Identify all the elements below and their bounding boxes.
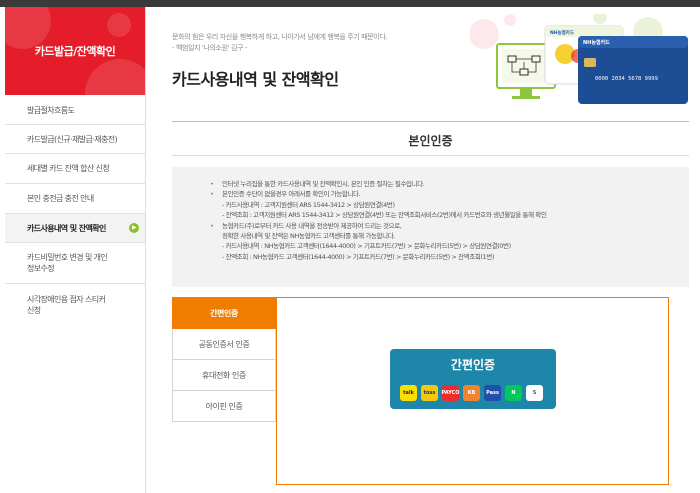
quote-line-1: 문화의 힘은 우리 자신을 행복하게 하고, 나아가서 남에게 행복을 주기 때… (172, 33, 388, 41)
notice-list: 인터넷 누리집을 통한 카드사용내역 및 잔액확인시, 본인 인증 절차는 필수… (210, 179, 547, 262)
sidebar-item-label: 카드사용내역 및 잔액확인 (27, 223, 106, 233)
simple-auth-button[interactable]: 간편인증 talk toss PAYCO KB Pass N S (390, 349, 556, 409)
sidebar-item-label: 카드비밀번호 변경 및 개인 정보수정 (27, 252, 108, 274)
sidebar-item-label-line1: 시각장애인용 점자 스티커 (27, 295, 106, 304)
notice-line: - 카드사용내역 : NH농협카드 고객센터(1644-4000) > 기프트카… (222, 242, 511, 251)
tab-ipin-auth[interactable]: 아이핀 인증 (172, 391, 276, 422)
sidebar-item-label: 카드발급(신규·재발급·재충전) (27, 134, 118, 144)
sidebar-item-label: 본인 충전금 충전 안내 (27, 194, 94, 203)
payco-icon[interactable]: PAYCO (442, 385, 459, 401)
chevron-right-icon: ▶ (129, 223, 139, 233)
svg-text:NH농협카드: NH농협카드 (550, 29, 574, 36)
sidebar-title: 카드발급/잔액확인 (34, 45, 116, 58)
sidebar-menu: 발급절차흐름도 카드발급(신규·재발급·재충전) 세대별 카드 잔액 합산 신청… (5, 96, 145, 326)
notice-line: - 잔액조회 : NH농협카드 고객센터(1644-4000) > 기프트카드(… (222, 252, 495, 261)
notice-line: - 카드사용내역 : 고객지원센터 ARS 1544-3412 > 상담원연결(… (222, 200, 395, 209)
notice-box: 인터넷 누리집을 통한 카드사용내역 및 잔액확인시, 본인 인증 절차는 필수… (172, 167, 689, 287)
sidebar-item-issue[interactable]: 카드발급(신규·재발급·재충전) (5, 125, 145, 154)
top-bar (0, 0, 700, 7)
kakao-icon[interactable]: talk (400, 385, 417, 401)
sidebar-item-label: 발급절차흐름도 (27, 105, 75, 115)
auth-provider-icons: talk toss PAYCO KB Pass N S (400, 385, 543, 401)
sidebar-divider (145, 7, 146, 493)
sidebar-item-label-line1: 카드비밀번호 변경 및 개인 (27, 253, 108, 262)
svg-text:0000 2034 5678 9999: 0000 2034 5678 9999 (595, 76, 658, 82)
toss-icon[interactable]: toss (421, 385, 438, 401)
simple-auth-title: 간편인증 (450, 358, 496, 372)
quote-line-2: - 백범일지 '나의소원' 김구 - (172, 44, 248, 52)
tab-simple-auth[interactable]: 간편인증 (172, 297, 276, 329)
kb-icon[interactable]: KB (463, 385, 480, 401)
sidebar-item-process[interactable]: 발급절차흐름도 (5, 96, 145, 125)
sidebar-item-label-line2: 신청 (27, 306, 41, 315)
sidebar-item-household-balance[interactable]: 세대별 카드 잔액 합산 신청 (5, 154, 145, 184)
pass-icon[interactable]: Pass (484, 385, 501, 401)
section-divider (172, 155, 689, 156)
sidebar-item-braille-sticker[interactable]: 시각장애인용 점자 스티커 신청 (5, 284, 145, 326)
page-title: 카드사용내역 및 잔액확인 (172, 70, 339, 89)
section-title: 본인인증 (408, 134, 453, 148)
notice-line: 정확한 사용내역 및 잔액은 NH농협카드 고객센터를 통해 가능합니다. (222, 232, 395, 241)
auth-tabs: 간편인증 공동인증서 인증 휴대전화 인증 아이핀 인증 (172, 297, 276, 422)
card-icon: NH농협카드 0000 2034 5678 9999 (578, 36, 688, 104)
tab-phone-auth[interactable]: 휴대전화 인증 (172, 360, 276, 391)
sidebar-item-label-line2: 정보수정 (27, 264, 55, 273)
naver-icon[interactable]: N (505, 385, 522, 401)
header-quote: 문화의 힘은 우리 자신을 행복하게 하고, 나아가서 남에게 행복을 주기 때… (172, 32, 388, 54)
notice-line: 본인인증 수단이 없을경우 아래서를 확인이 가능합니다. (210, 189, 547, 200)
sidebar-item-label: 세대별 카드 잔액 합산 신청 (27, 164, 110, 173)
tab-certificate-auth[interactable]: 공동인증서 인증 (172, 329, 276, 360)
sidebar-item-label: 시각장애인용 점자 스티커 신청 (27, 294, 106, 316)
sidebar-item-charge-guide[interactable]: 본인 충전금 충전 안내 (5, 184, 145, 214)
sidebar-item-usage-balance[interactable]: 카드사용내역 및 잔액확인 ▶ (5, 214, 145, 243)
notice-line: 농협카드(주)로부터 카드 사용 내역을 전송받아 제공하여 드리는 것으로, (210, 221, 547, 232)
header-divider (172, 121, 689, 122)
shinhan-icon[interactable]: S (526, 385, 543, 401)
svg-text:NH농협카드: NH농협카드 (583, 39, 610, 46)
notice-line: 인터넷 누리집을 통한 카드사용내역 및 잔액확인시, 본인 인증 절차는 필수… (210, 179, 547, 190)
notice-line: - 잔액조회 : 고객지원센터 ARS 1544-3412 > 상담원연결(4번… (222, 211, 547, 220)
sidebar-item-password-change[interactable]: 카드비밀번호 변경 및 개인 정보수정 (5, 243, 145, 284)
sidebar-header: 카드발급/잔액확인 (5, 7, 145, 95)
header-illustration: NH농협카드 NH농협카드 0000 2034 5678 9999 (470, 14, 688, 104)
